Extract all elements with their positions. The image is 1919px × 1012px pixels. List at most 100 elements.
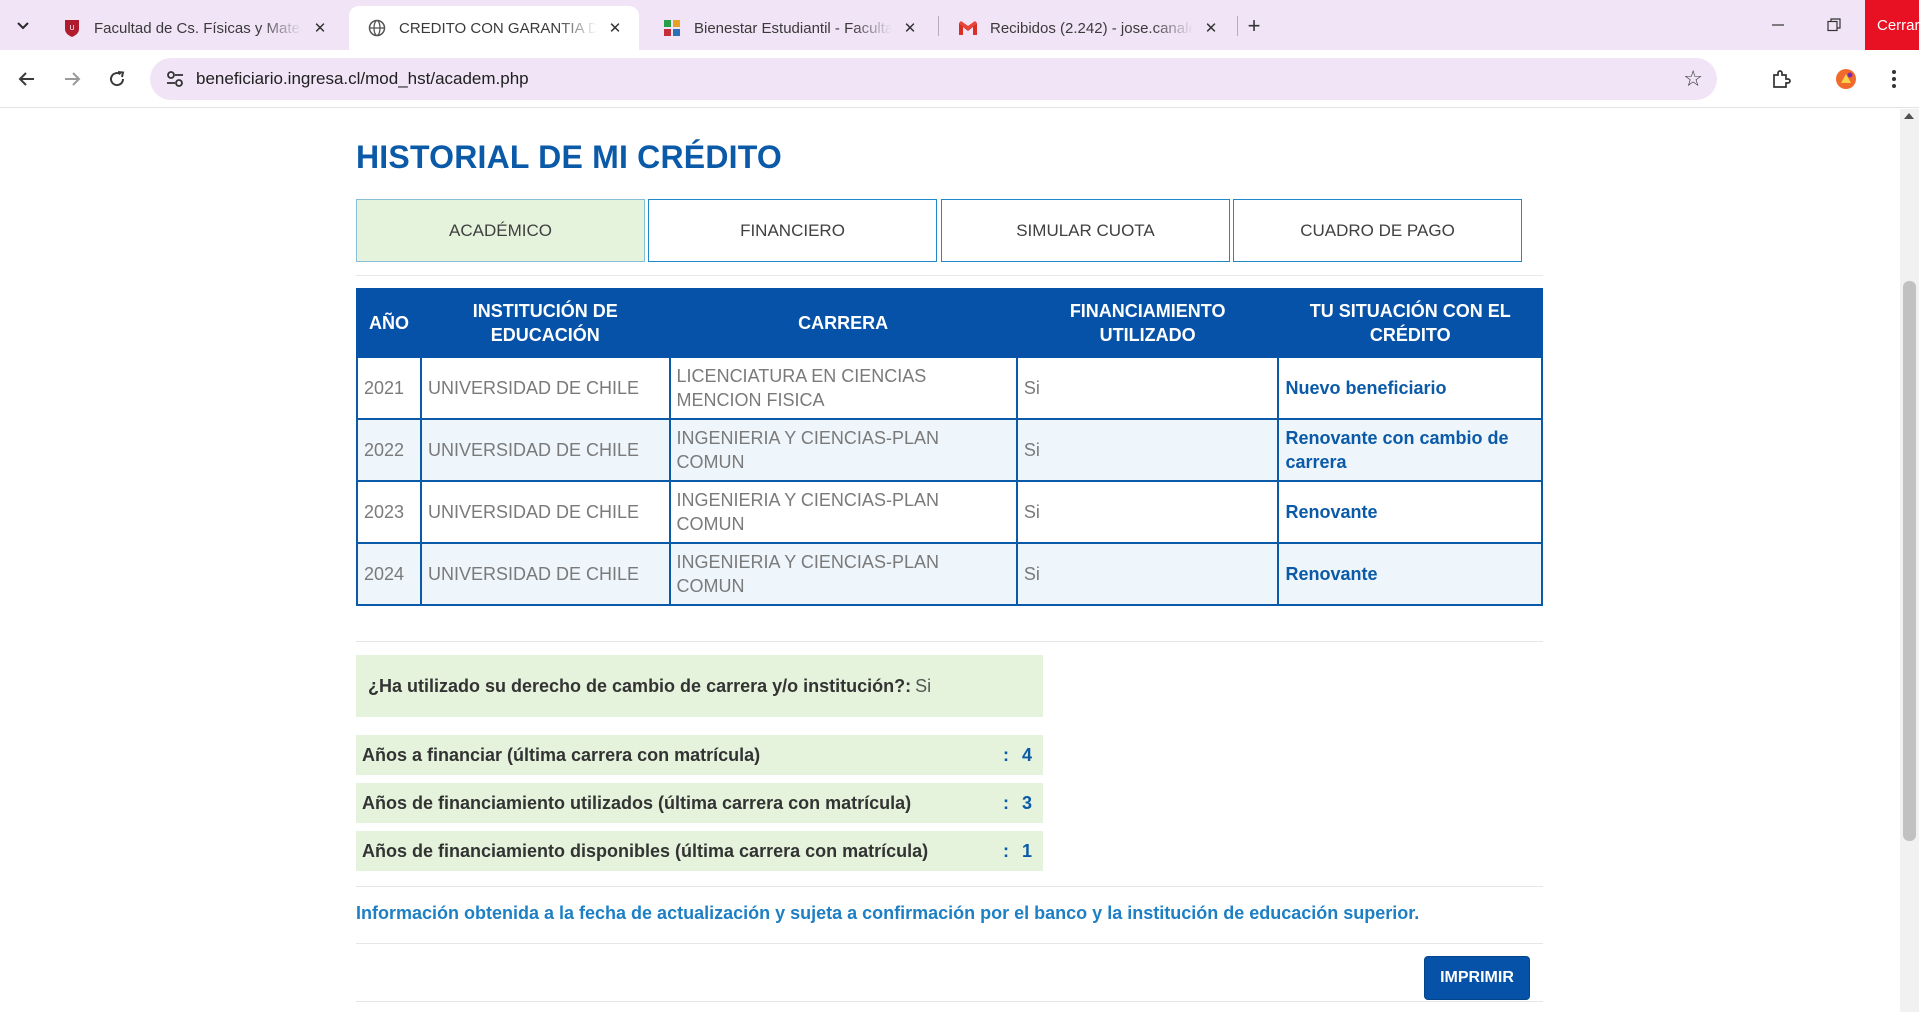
stat-value: 4 — [1022, 744, 1033, 765]
cell-year: 2022 — [356, 418, 422, 482]
tab-close-icon[interactable]: ✕ — [1201, 18, 1221, 38]
browser-menu-kebab-icon[interactable] — [1879, 64, 1909, 94]
cell-credit-status: Renovante — [1277, 542, 1543, 606]
stat-colon: : — [1003, 792, 1009, 813]
stat-label: Años de financiamiento utilizados (últim… — [362, 792, 912, 813]
table-header-row: AÑO INSTITUCIÓN DE EDUCACIÓN CARRERA FIN… — [356, 288, 1543, 358]
table-row: 2024 UNIVERSIDAD DE CHILE INGENIERIA Y C… — [356, 542, 1543, 606]
print-button[interactable]: IMPRIMIR — [1424, 956, 1530, 1000]
tab-close-icon[interactable]: ✕ — [310, 18, 330, 38]
stat-label: Años a financiar (última carrera con mat… — [362, 744, 761, 765]
credit-history-table: AÑO INSTITUCIÓN DE EDUCACIÓN CARRERA FIN… — [356, 288, 1543, 606]
disclaimer-text: Información obtenida a la fecha de actua… — [356, 903, 1420, 923]
close-window-label: Cerrar — [1877, 16, 1919, 34]
stat-value: 1 — [1022, 840, 1033, 861]
browser-tab-credito[interactable]: CREDITO CON GARANTIA DEL ESTADO ✕ — [349, 6, 639, 50]
globe-icon — [367, 18, 387, 38]
cell-institution: UNIVERSIDAD DE CHILE — [419, 542, 671, 606]
site-settings-icon[interactable] — [164, 68, 186, 90]
column-header-financiamiento: FINANCIAMIENTO UTILIZADO — [1015, 288, 1280, 358]
scrollbar-thumb[interactable] — [1903, 281, 1916, 841]
table-row: 2022 UNIVERSIDAD DE CHILE INGENIERIA Y C… — [356, 418, 1543, 482]
divider — [356, 641, 1543, 642]
career-change-question: ¿Ha utilizado su derecho de cambio de ca… — [368, 675, 912, 696]
tab-title: Facultad de Cs. Físicas y Matemáticas — [94, 19, 302, 37]
tab-title: Bienestar Estudiantil - Facultad de — [694, 19, 892, 37]
cell-year: 2024 — [356, 542, 422, 606]
section-tabs: ACADÉMICO FINANCIERO SIMULAR CUOTA CUADR… — [356, 199, 1543, 263]
cell-financing-used: Si — [1015, 418, 1280, 482]
stat-row-anos-disponibles: Años de financiamiento disponibles (últi… — [356, 831, 1043, 871]
browser-tab-facultad[interactable]: U Facultad de Cs. Físicas y Matemáticas … — [44, 6, 344, 50]
tab-search-chevron-icon[interactable] — [8, 10, 38, 40]
divider — [356, 886, 1543, 887]
cell-institution: UNIVERSIDAD DE CHILE — [419, 418, 671, 482]
column-header-carrera: CARRERA — [668, 288, 1018, 358]
minimize-window-icon[interactable] — [1752, 0, 1804, 50]
tab-separator — [938, 16, 939, 36]
browser-tab-bienestar[interactable]: Bienestar Estudiantil - Facultad de ✕ — [644, 6, 934, 50]
cell-career: INGENIERIA Y CIENCIAS-PLAN COMUN — [668, 480, 1018, 544]
column-header-institucion: INSTITUCIÓN DE EDUCACIÓN — [419, 288, 671, 358]
gmail-icon — [958, 18, 978, 38]
page-scrollbar[interactable] — [1900, 109, 1919, 1012]
scroll-up-arrow-icon[interactable] — [1904, 113, 1914, 119]
page-title: HISTORIAL DE MI CRÉDITO — [356, 139, 782, 175]
stat-value: 3 — [1022, 792, 1033, 813]
address-bar[interactable]: beneficiario.ingresa.cl/mod_hst/academ.p… — [150, 58, 1717, 100]
stat-colon: : — [1003, 744, 1009, 765]
cell-credit-status: Renovante — [1277, 480, 1543, 544]
browser-toolbar: beneficiario.ingresa.cl/mod_hst/academ.p… — [0, 50, 1919, 108]
forward-arrow-icon[interactable] — [57, 64, 87, 94]
stat-label: Años de financiamiento disponibles (últi… — [362, 840, 929, 861]
cell-financing-used: Si — [1015, 356, 1280, 420]
cell-institution: UNIVERSIDAD DE CHILE — [419, 356, 671, 420]
back-arrow-icon[interactable] — [12, 64, 42, 94]
career-change-info: ¿Ha utilizado su derecho de cambio de ca… — [356, 655, 1043, 717]
bookmark-star-icon[interactable]: ☆ — [1683, 66, 1703, 92]
url-text: beneficiario.ingresa.cl/mod_hst/academ.p… — [196, 69, 529, 88]
tab-academico[interactable]: ACADÉMICO — [356, 199, 645, 262]
new-tab-plus-icon[interactable]: + — [1240, 12, 1268, 40]
restore-window-icon[interactable] — [1808, 0, 1860, 50]
column-header-ano: AÑO — [356, 288, 422, 358]
profile-avatar-icon[interactable] — [1831, 64, 1861, 94]
browser-tab-strip: U Facultad de Cs. Físicas y Matemáticas … — [0, 0, 1919, 50]
stat-row-anos-utilizados: Años de financiamiento utilizados (últim… — [356, 783, 1043, 823]
cell-year: 2021 — [356, 356, 422, 420]
cell-year: 2023 — [356, 480, 422, 544]
reload-icon[interactable] — [102, 64, 132, 94]
university-shield-icon: U — [62, 18, 82, 38]
tab-title: CREDITO CON GARANTIA DEL ESTADO — [399, 19, 597, 37]
cell-career: LICENCIATURA EN CIENCIAS MENCION FISICA — [668, 356, 1018, 420]
divider — [356, 1001, 1543, 1002]
cell-credit-status: Nuevo beneficiario — [1277, 356, 1543, 420]
divider — [356, 943, 1543, 944]
tab-close-icon[interactable]: ✕ — [605, 18, 625, 38]
tab-title: Recibidos (2.242) - jose.canales — [990, 19, 1193, 37]
bienestar-logo-icon — [662, 18, 682, 38]
cell-institution: UNIVERSIDAD DE CHILE — [419, 480, 671, 544]
cell-financing-used: Si — [1015, 542, 1280, 606]
career-change-answer: Si — [915, 675, 932, 696]
cell-career: INGENIERIA Y CIENCIAS-PLAN COMUN — [668, 542, 1018, 606]
divider — [356, 275, 1543, 276]
column-header-situacion: TU SITUACIÓN CON EL CRÉDITO — [1277, 288, 1543, 358]
cell-credit-status: Renovante con cambio de carrera — [1277, 418, 1543, 482]
tab-simular-cuota[interactable]: SIMULAR CUOTA — [941, 199, 1230, 262]
tab-close-icon[interactable]: ✕ — [900, 18, 920, 38]
browser-tab-gmail[interactable]: Recibidos (2.242) - jose.canales ✕ — [940, 6, 1235, 50]
table-row: 2023 UNIVERSIDAD DE CHILE INGENIERIA Y C… — [356, 480, 1543, 544]
cell-financing-used: Si — [1015, 480, 1280, 544]
tab-financiero[interactable]: FINANCIERO — [648, 199, 937, 262]
stat-colon: : — [1003, 840, 1009, 861]
tab-separator — [1237, 16, 1238, 36]
tab-cuadro-de-pago[interactable]: CUADRO DE PAGO — [1233, 199, 1522, 262]
table-row: 2021 UNIVERSIDAD DE CHILE LICENCIATURA E… — [356, 356, 1543, 420]
close-window-button[interactable]: Cerrar — [1865, 0, 1919, 50]
cell-career: INGENIERIA Y CIENCIAS-PLAN COMUN — [668, 418, 1018, 482]
stat-row-anos-a-financiar: Años a financiar (última carrera con mat… — [356, 735, 1043, 775]
web-page: HISTORIAL DE MI CRÉDITO ACADÉMICO FINANC… — [0, 109, 1900, 1012]
svg-text:U: U — [69, 24, 74, 32]
extensions-puzzle-icon[interactable] — [1766, 64, 1796, 94]
